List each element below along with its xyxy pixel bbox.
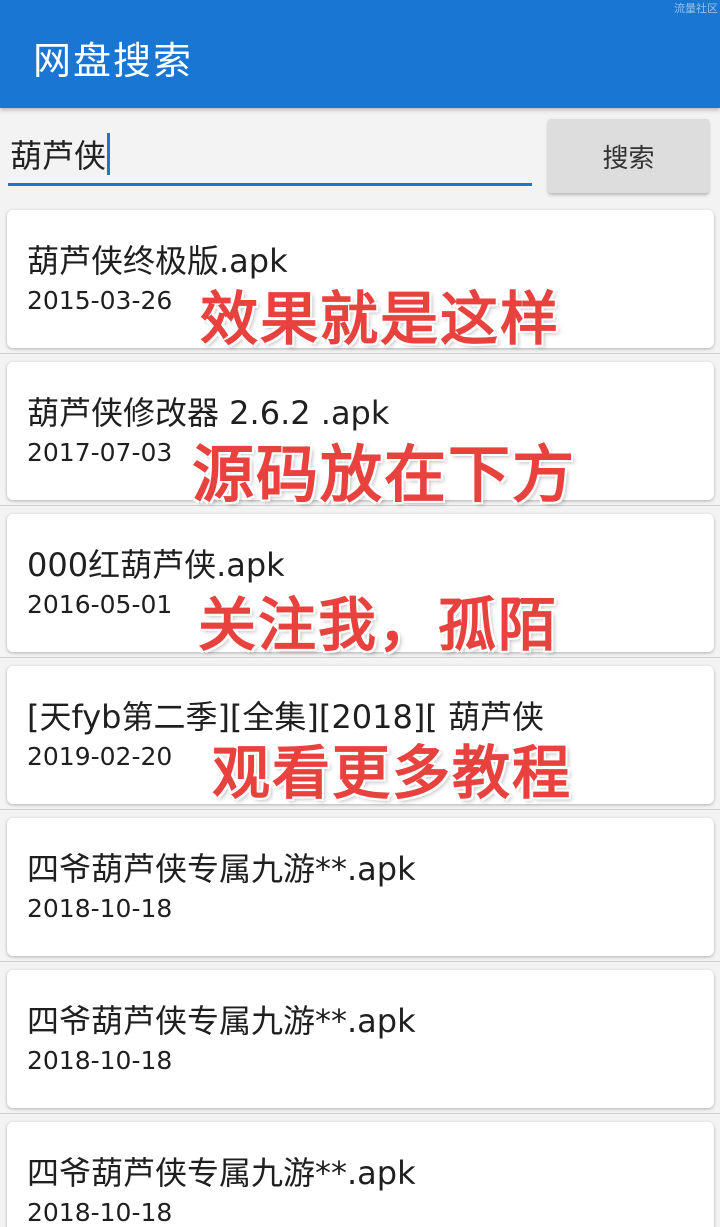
result-date: 2015-03-26 xyxy=(27,286,173,315)
overlay-caption: 关注我，孤陌 xyxy=(198,591,559,659)
search-button[interactable]: 搜索 xyxy=(548,119,709,193)
text-caret xyxy=(107,133,111,175)
app-bar: 网盘搜索 流量社区 xyxy=(0,0,720,108)
list-item[interactable]: [天fyb第二季][全集][2018][ 葫芦侠 2019-02-20 观看更多… xyxy=(0,658,720,810)
app-title: 网盘搜索 xyxy=(33,39,194,83)
search-row: 葫芦侠 搜索 xyxy=(0,108,720,206)
search-input-value: 葫芦侠 xyxy=(10,137,107,175)
overlay-caption: 观看更多教程 xyxy=(212,739,573,807)
result-card[interactable]: 四爷葫芦侠专属九游**.apk 2018-10-18 xyxy=(7,970,714,1108)
result-date: 2018-10-18 xyxy=(27,894,173,923)
overlay-caption: 效果就是这样 xyxy=(200,285,561,353)
result-date: 2017-07-03 xyxy=(27,438,173,467)
result-date: 2016-05-01 xyxy=(27,590,173,619)
list-item[interactable]: 葫芦侠终极版.apk 2015-03-26 效果就是这样 xyxy=(0,202,720,354)
result-card[interactable]: 四爷葫芦侠专属九游**.apk 2018-10-18 xyxy=(7,818,714,956)
list-item[interactable]: 000红葫芦侠.apk 2016-05-01 关注我，孤陌 xyxy=(0,506,720,659)
result-date: 2018-10-18 xyxy=(27,1046,173,1075)
watermark: 流量社区 xyxy=(674,2,718,15)
results-list: 葫芦侠终极版.apk 2015-03-26 效果就是这样 葫芦侠修改器 2.6.… xyxy=(0,202,720,1227)
list-item[interactable]: 四爷葫芦侠专属九游**.apk 2018-10-18 xyxy=(0,962,720,1114)
result-date: 2018-10-18 xyxy=(27,1198,173,1227)
list-item[interactable]: 四爷葫芦侠专属九游**.apk 2018-10-18 xyxy=(0,810,720,962)
search-input[interactable]: 葫芦侠 xyxy=(8,128,532,186)
overlay-caption: 源码放在下方 xyxy=(192,438,577,511)
result-title: 四爷葫芦侠专属九游**.apk xyxy=(27,1002,416,1040)
list-item[interactable]: 葫芦侠修改器 2.6.2 .apk 2017-07-03 源码放在下方 xyxy=(0,354,720,511)
result-title: 四爷葫芦侠专属九游**.apk xyxy=(27,1154,416,1192)
result-card[interactable]: 四爷葫芦侠专属九游**.apk 2018-10-18 xyxy=(7,1122,714,1227)
list-item[interactable]: 四爷葫芦侠专属九游**.apk 2018-10-18 xyxy=(0,1114,720,1227)
app-screen: 网盘搜索 流量社区 葫芦侠 搜索 葫芦侠终极版.apk 2015-03-26 效… xyxy=(0,0,720,1227)
result-title: 四爷葫芦侠专属九游**.apk xyxy=(27,850,416,888)
result-date: 2019-02-20 xyxy=(27,742,173,771)
